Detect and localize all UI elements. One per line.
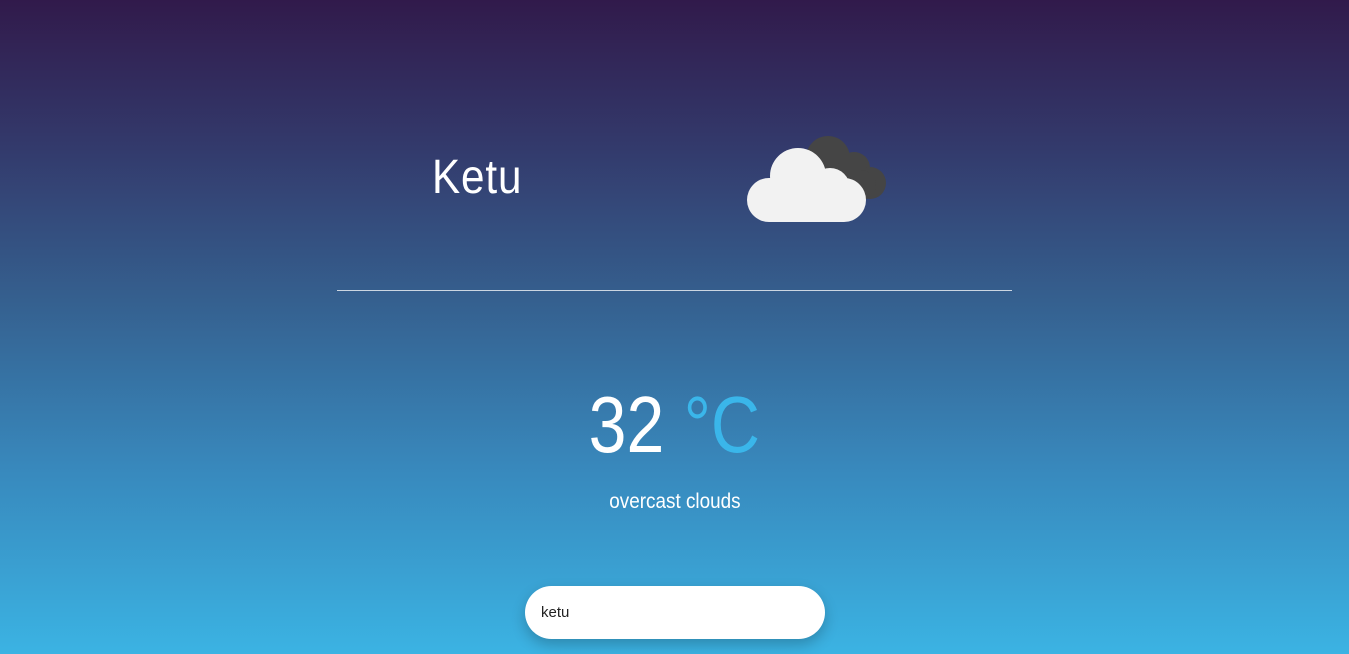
temperature-value: 32 [588,380,665,469]
temperature-unit: °C [683,380,761,469]
temperature-display: 32 °C [0,380,1349,470]
overcast-clouds-icon [747,136,886,222]
weather-app: Ketu 32 °C overcast clouds [0,0,1349,654]
city-search-input[interactable] [525,586,825,639]
city-name: Ketu [432,151,523,204]
weather-description-text: overcast clouds [608,490,741,513]
weather-description: overcast clouds [0,488,1349,516]
divider [337,290,1012,291]
